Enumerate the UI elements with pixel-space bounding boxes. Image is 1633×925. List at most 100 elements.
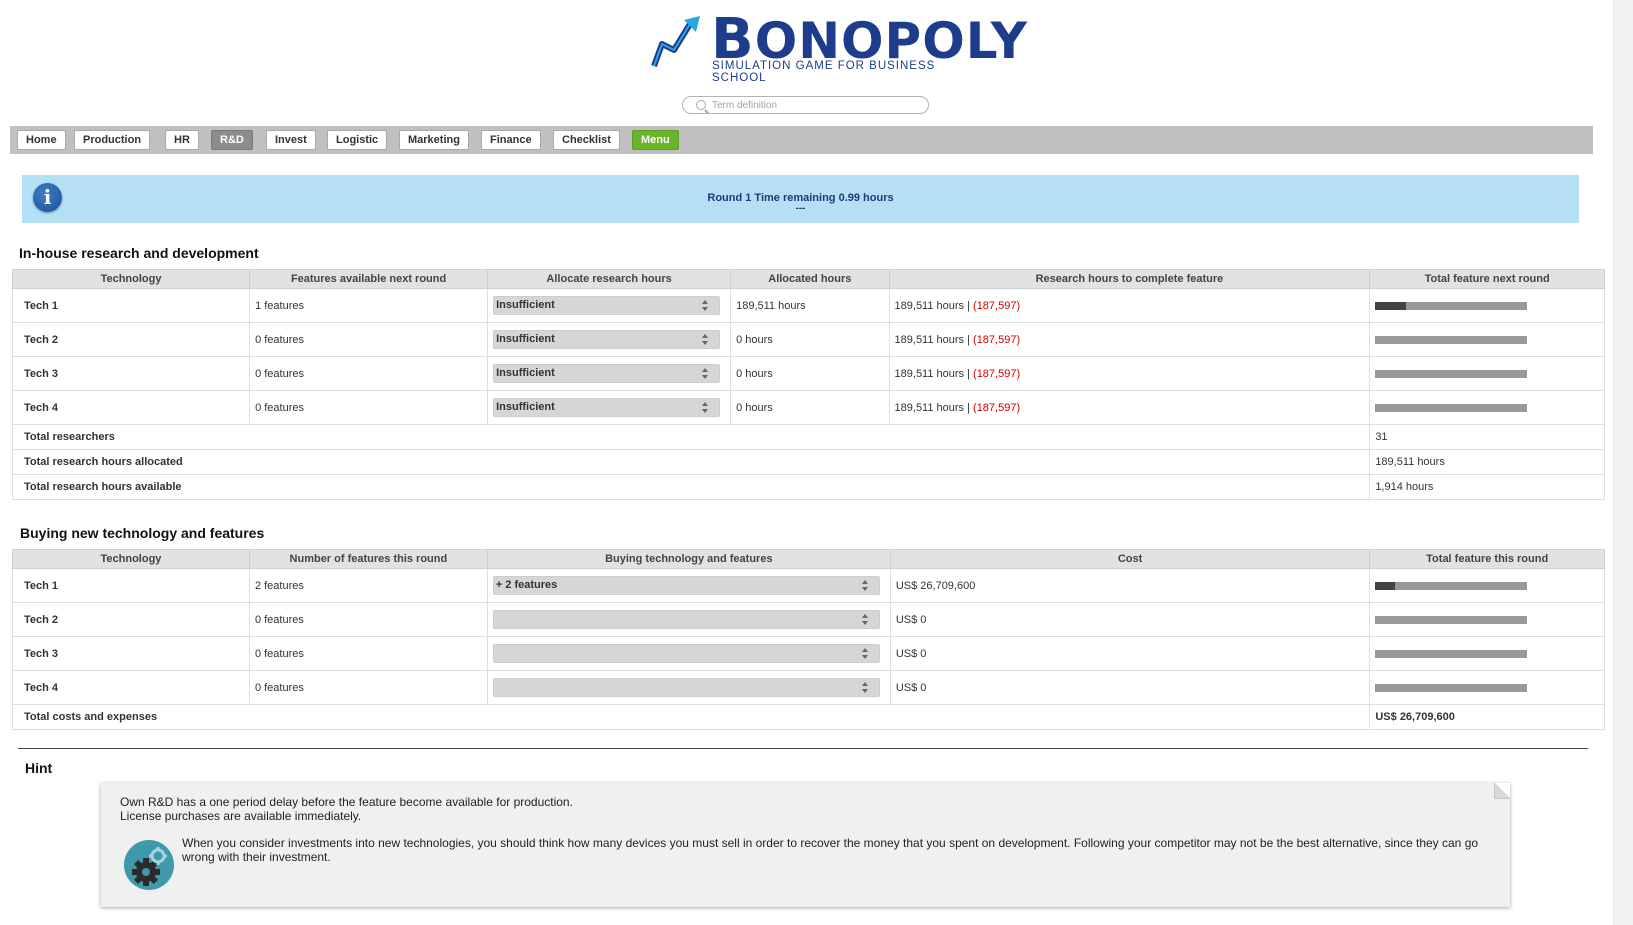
buying-tech-title: Buying new technology and features [20, 525, 265, 541]
feature-progress-bar [1375, 683, 1528, 692]
col-total-feature-next: Total feature next round [1369, 269, 1605, 289]
tech-name: Tech 2 [12, 602, 250, 637]
allocate-hours-select[interactable]: Insufficient [493, 330, 721, 349]
hint-text-line: License purchases are available immediat… [120, 809, 362, 823]
table-row: Tech 1 1 features Insufficient 189,511 h… [11, 288, 1605, 323]
allocate-hours-value: Insufficient [496, 401, 555, 413]
hours-deficit: (187,597) [973, 299, 1021, 312]
round-info-banner: i Round 1 Time remaining 0.99 hours --- [22, 175, 1579, 223]
tech-name: Tech 2 [11, 322, 251, 357]
features-available: 0 features [249, 322, 489, 357]
summary-value: 189,511 hours [1369, 449, 1605, 475]
nav-marketing[interactable]: Marketing [399, 130, 469, 150]
allocate-hours-value: Insufficient [496, 333, 555, 345]
select-arrows-icon [702, 334, 709, 346]
inhouse-rnd-table: Technology Features available next round… [11, 269, 1605, 500]
hours-to-complete: 189,511 hours | (187,597) [888, 288, 1371, 323]
tech-name: Tech 3 [12, 636, 250, 671]
nav-checklist[interactable]: Checklist [553, 130, 620, 150]
features-this-round: 0 features [248, 602, 488, 637]
allocate-hours-select[interactable]: Insufficient [493, 398, 721, 417]
nav-production[interactable]: Production [74, 130, 151, 150]
select-arrows-icon [861, 682, 869, 694]
col-allocated-hours: Allocated hours [730, 269, 890, 289]
feature-progress-bar [1375, 335, 1528, 344]
feature-progress-bar [1375, 403, 1528, 412]
nav-hr[interactable]: HR [165, 130, 199, 150]
nav-home[interactable]: Home [17, 130, 66, 150]
table-row: Tech 4 0 features Insufficient 0 hours 1… [11, 390, 1605, 425]
banner-subtext: --- [795, 203, 806, 214]
features-this-round: 2 features [248, 568, 488, 603]
main-nav: Home Production HR R&D Invest Logistic M… [10, 126, 1593, 154]
table-row: Tech 3 0 features US$ 0 [12, 636, 1605, 671]
col-buying-tech: Buying technology and features [486, 549, 891, 569]
summary-value: 31 [1369, 424, 1605, 450]
bonopoly-logo: BONOPOLY SIMULATION GAME FOR BUSINESS SC… [646, 8, 1027, 84]
features-available: 1 features [249, 288, 489, 323]
col-hours-to-complete: Research hours to complete feature [888, 269, 1371, 289]
select-arrows-icon [702, 300, 709, 312]
hint-divider [18, 748, 1588, 749]
brand-tagline: SIMULATION GAME FOR BUSINESS SCHOOL [712, 60, 936, 84]
allocated-hours: 0 hours [730, 322, 890, 357]
nav-logistic[interactable]: Logistic [327, 130, 388, 150]
summary-row: Total research hours allocated 189,511 h… [11, 449, 1605, 475]
features-available: 0 features [249, 390, 489, 425]
tech-name: Tech 1 [11, 288, 251, 323]
allocate-hours-select[interactable]: Insufficient [493, 296, 721, 315]
summary-value: 1,914 hours [1369, 474, 1605, 500]
tech-name: Tech 1 [12, 568, 250, 603]
gear-icon [124, 840, 174, 890]
nav-finance[interactable]: Finance [481, 130, 541, 150]
term-search[interactable] [682, 96, 929, 114]
page-curl-icon [1494, 783, 1510, 799]
nav-rnd[interactable]: R&D [211, 130, 253, 150]
feature-progress-bar [1375, 301, 1528, 310]
cost: US$ 26,709,600 [889, 568, 1371, 603]
col-cost: Cost [889, 549, 1371, 569]
buy-features-select[interactable] [492, 678, 880, 697]
table-row: Tech 1 2 features + 2 features US$ 26,70… [12, 568, 1605, 603]
allocate-hours-select[interactable]: Insufficient [493, 364, 721, 383]
features-this-round: 0 features [248, 636, 488, 671]
feature-progress-bar [1375, 649, 1528, 658]
inhouse-rnd-title: In-house research and development [19, 245, 259, 261]
allocate-hours-value: Insufficient [496, 299, 555, 311]
feature-progress-bar [1375, 369, 1528, 378]
select-arrows-icon [702, 402, 709, 414]
cost: US$ 0 [889, 636, 1371, 671]
summary-row: Total research hours available 1,914 hou… [11, 474, 1605, 500]
buy-features-select[interactable]: + 2 features [492, 576, 880, 595]
buy-features-select[interactable] [492, 610, 880, 629]
table-row: Tech 4 0 features US$ 0 [12, 670, 1605, 705]
tech-name: Tech 3 [11, 356, 251, 391]
hint-paragraph: When you consider investments into new t… [182, 836, 1479, 864]
select-arrows-icon [861, 648, 869, 660]
table-row: Tech 2 0 features Insufficient 0 hours 1… [11, 322, 1605, 357]
search-icon [696, 100, 706, 110]
summary-label: Total research hours available [11, 474, 1371, 500]
allocated-hours: 189,511 hours [730, 288, 890, 323]
term-search-input[interactable] [712, 98, 922, 112]
features-this-round: 0 features [248, 670, 488, 705]
col-features-this-round: Number of features this round [248, 549, 488, 569]
select-arrows-icon [861, 614, 869, 626]
hours-deficit: (187,597) [973, 367, 1021, 380]
select-arrows-icon [702, 368, 709, 380]
hours-to-complete: 189,511 hours | (187,597) [888, 356, 1371, 391]
allocated-hours: 0 hours [730, 356, 890, 391]
buying-tech-table: Technology Number of features this round… [11, 549, 1605, 730]
buy-features-select[interactable] [492, 644, 880, 663]
allocate-hours-value: Insufficient [496, 367, 555, 379]
summary-label: Total research hours allocated [11, 449, 1371, 475]
buy-features-value: + 2 features [495, 579, 558, 591]
hint-box: Own R&D has a one period delay before th… [101, 783, 1510, 907]
cost: US$ 0 [889, 670, 1371, 705]
feature-progress-bar [1375, 581, 1528, 590]
col-technology: Technology [11, 269, 251, 289]
nav-invest[interactable]: Invest [266, 130, 316, 150]
page-scrollbar[interactable] [1613, 0, 1633, 925]
col-total-feature-this-round: Total feature this round [1369, 549, 1605, 569]
nav-menu[interactable]: Menu [632, 130, 679, 150]
